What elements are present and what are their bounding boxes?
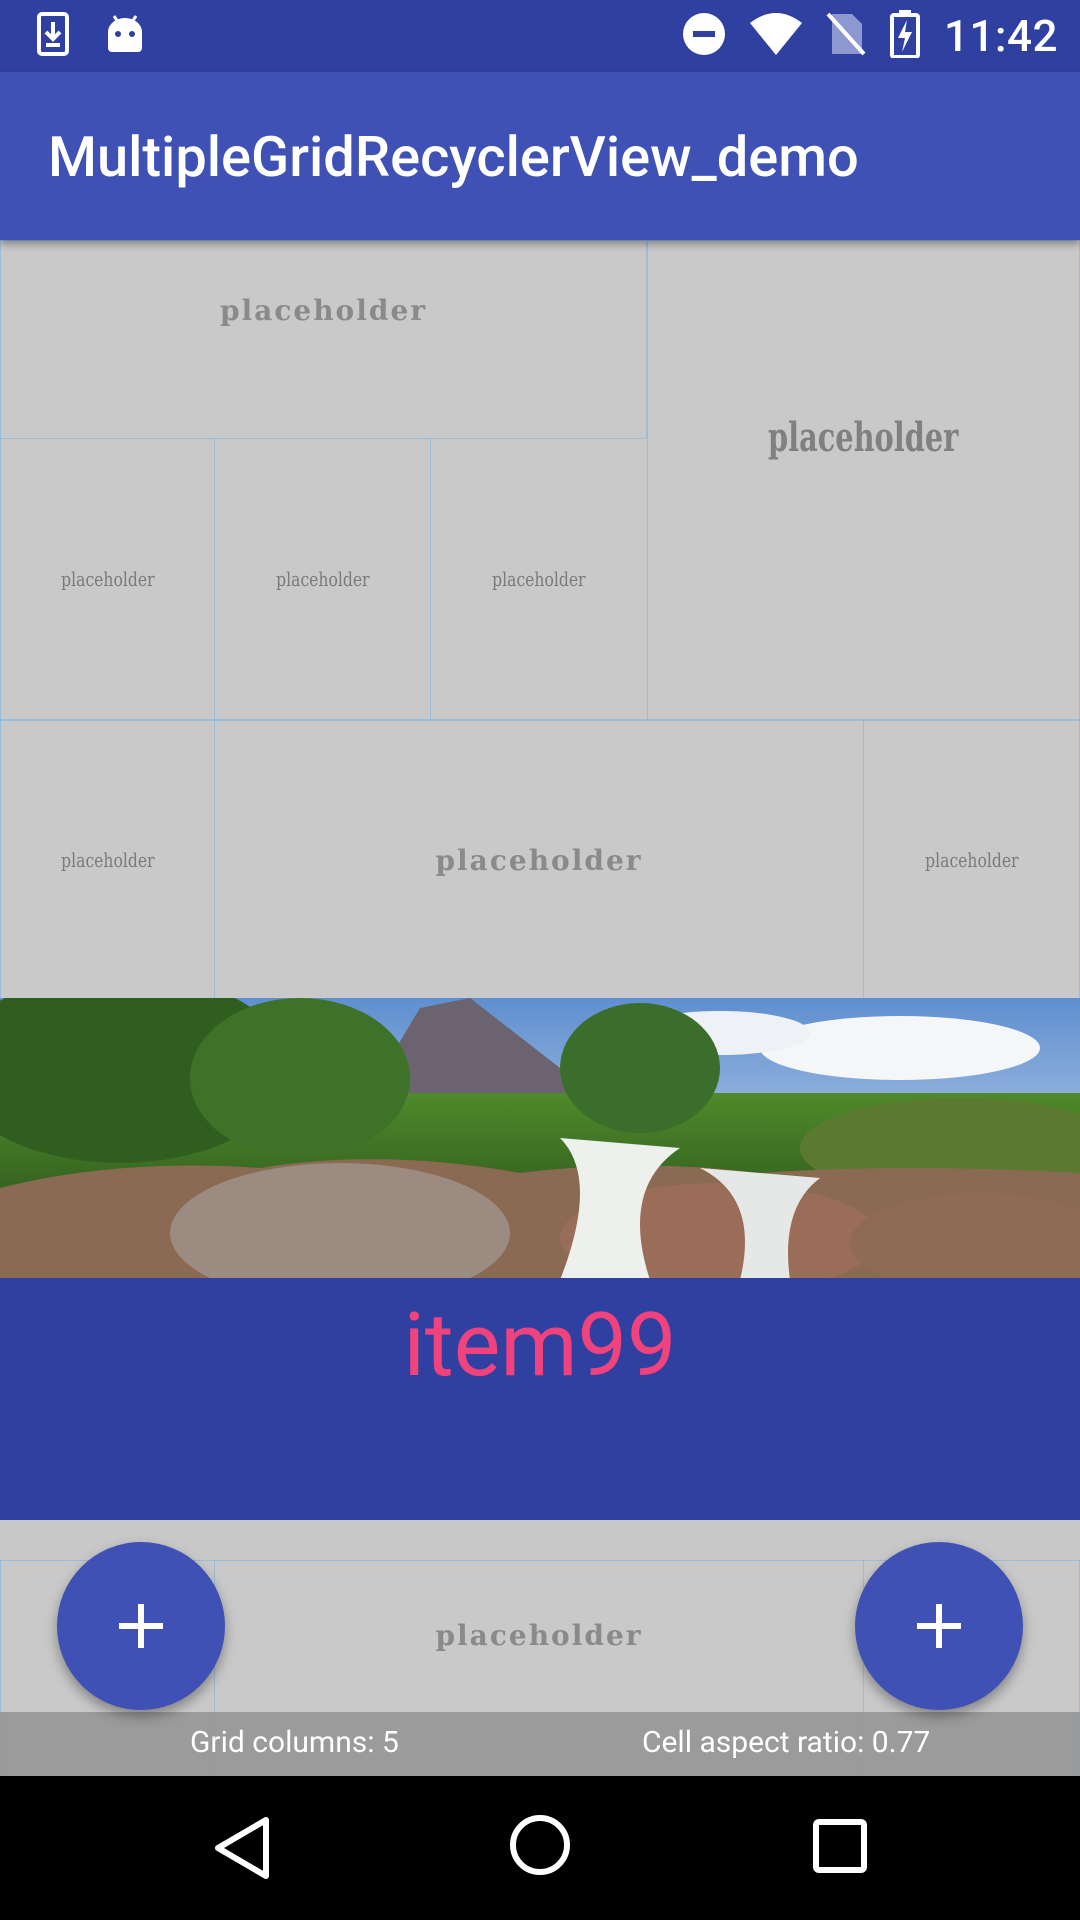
add-button-left[interactable] bbox=[57, 1542, 225, 1710]
battery-charging-icon bbox=[889, 10, 920, 62]
placeholder-label: placeholder bbox=[60, 567, 155, 591]
add-button-right[interactable] bbox=[855, 1542, 1023, 1710]
back-icon[interactable] bbox=[212, 1816, 272, 1884]
placeholder-label: placeholder bbox=[492, 567, 586, 591]
grid-cell[interactable]: placeholder bbox=[0, 438, 215, 720]
plus-icon bbox=[917, 1604, 961, 1648]
grid-info-bar: Grid columns: 5 Cell aspect ratio: 0.77 bbox=[0, 1712, 1080, 1776]
plus-icon bbox=[119, 1604, 163, 1648]
status-time: 11:42 bbox=[943, 10, 1058, 62]
featured-item[interactable]: item99 bbox=[0, 998, 1080, 1520]
grid-cell[interactable]: placeholder bbox=[0, 720, 215, 1000]
placeholder-label: placeholder bbox=[219, 293, 428, 327]
placeholder-label: placeholder bbox=[60, 848, 155, 872]
no-sim-icon bbox=[826, 12, 866, 60]
grid-cell[interactable]: placeholder bbox=[863, 720, 1080, 1000]
grid-cell[interactable]: placeholder bbox=[214, 438, 431, 720]
app-bar: MultipleGridRecyclerView_demo bbox=[0, 72, 1080, 240]
android-icon bbox=[106, 14, 144, 58]
navigation-bar bbox=[0, 1776, 1080, 1920]
placeholder-label: placeholder bbox=[435, 843, 643, 877]
item-label: item99 bbox=[403, 1294, 677, 1397]
status-bar: 11:42 bbox=[0, 0, 1080, 72]
grid-columns-text: Grid columns: 5 bbox=[190, 1725, 399, 1760]
placeholder-label: placeholder bbox=[924, 848, 1019, 872]
landscape-image bbox=[0, 998, 1080, 1280]
grid-cell[interactable]: placeholder bbox=[430, 438, 648, 720]
placeholder-label: placeholder bbox=[435, 1619, 643, 1652]
placeholder-label: placeholder bbox=[768, 413, 959, 461]
grid-cell[interactable]: placeholder bbox=[647, 240, 1080, 720]
grid-cell[interactable]: placeholder bbox=[214, 720, 864, 1000]
download-icon bbox=[36, 11, 70, 61]
placeholder-label: placeholder bbox=[275, 567, 370, 591]
app-title: MultipleGridRecyclerView_demo bbox=[48, 124, 859, 190]
do-not-disturb-icon bbox=[682, 12, 726, 60]
cell-aspect-ratio-text: Cell aspect ratio: 0.77 bbox=[642, 1725, 931, 1760]
home-icon[interactable] bbox=[509, 1814, 571, 1880]
wifi-icon bbox=[749, 13, 802, 59]
grid-cell[interactable]: placeholder bbox=[0, 240, 647, 440]
recents-icon[interactable] bbox=[812, 1818, 868, 1878]
